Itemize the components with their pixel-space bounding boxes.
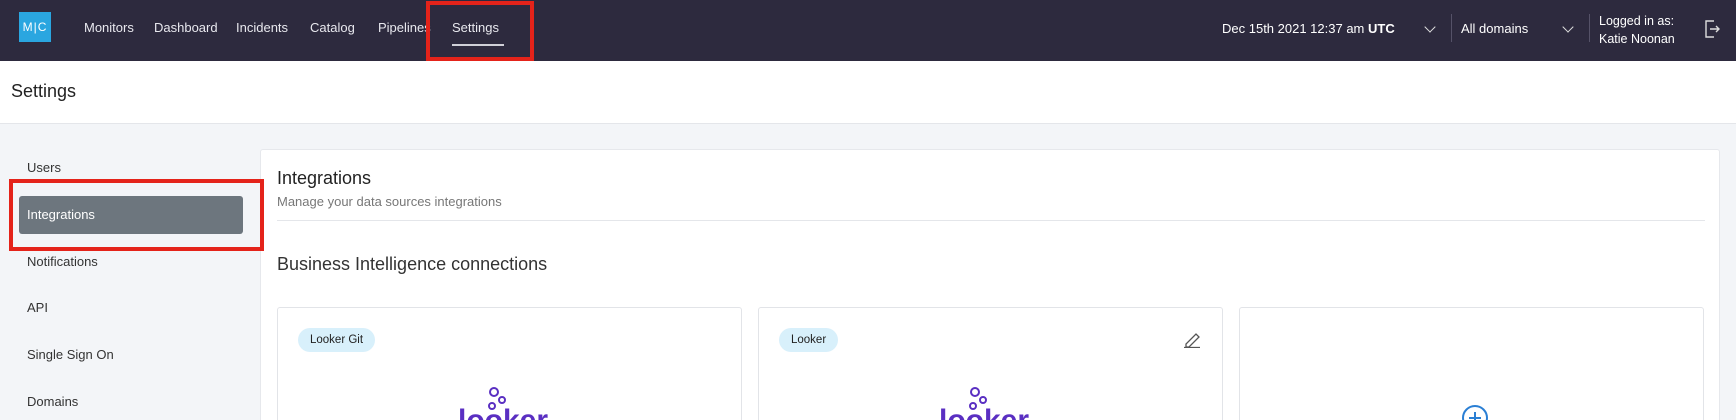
date-picker[interactable]: Dec 15th 2021 12:37 am UTC [1222,21,1395,36]
integrations-panel: Integrations Manage your data sources in… [260,149,1720,420]
nav-monitors[interactable]: Monitors [84,20,134,35]
user-name: Katie Noonan [1599,32,1675,46]
app-logo[interactable]: M|C [19,12,51,42]
add-integration-card[interactable] [1239,307,1704,420]
nav-dashboard[interactable]: Dashboard [154,20,218,35]
highlight-box-integrations [9,179,264,251]
sidebar-item-users[interactable]: Users [27,160,61,175]
integration-tag: Looker [779,328,839,352]
nav-incidents[interactable]: Incidents [236,20,288,35]
logged-in-label: Logged in as: [1599,14,1675,28]
divider [1451,14,1452,42]
sidebar-item-api[interactable]: API [27,300,48,315]
user-info: Logged in as: Katie Noonan [1599,12,1675,48]
nav-pipelines[interactable]: Pipelines [378,20,431,35]
chevron-down-icon[interactable] [1424,21,1436,33]
integration-tag: Looker Git [298,328,376,352]
top-nav-bar: M|C Monitors Dashboard Incidents Catalog… [0,0,1736,61]
date-text: Dec 15th 2021 12:37 am [1222,21,1368,36]
integration-card-looker[interactable]: Looker looker [758,307,1223,420]
date-timezone: UTC [1368,21,1395,36]
page-header: Settings [0,61,1736,124]
page-title: Settings [11,81,77,101]
section-title: Business Intelligence connections [277,254,548,274]
domain-select[interactable]: All domains [1461,21,1528,36]
highlight-box-settings [426,1,534,61]
svg-text:looker: looker [458,404,548,420]
sidebar-item-single-sign-on[interactable]: Single Sign On [27,347,114,362]
integration-card-looker-git[interactable]: Looker Git looker [277,307,742,420]
plus-circle-icon[interactable] [1460,403,1490,420]
logout-icon[interactable] [1704,20,1720,38]
panel-title: Integrations [277,168,372,188]
panel-subtitle: Manage your data sources integrations [277,194,502,209]
divider [1589,14,1590,42]
looker-logo-icon: looker [458,387,548,420]
looker-logo-icon: looker [939,387,1029,420]
svg-text:looker: looker [939,404,1029,420]
pencil-icon[interactable] [1183,330,1201,348]
divider [277,220,1705,221]
sidebar-item-domains[interactable]: Domains [27,394,78,409]
chevron-down-icon[interactable] [1562,21,1574,33]
sidebar-item-notifications[interactable]: Notifications [27,254,98,269]
nav-catalog[interactable]: Catalog [310,20,355,35]
